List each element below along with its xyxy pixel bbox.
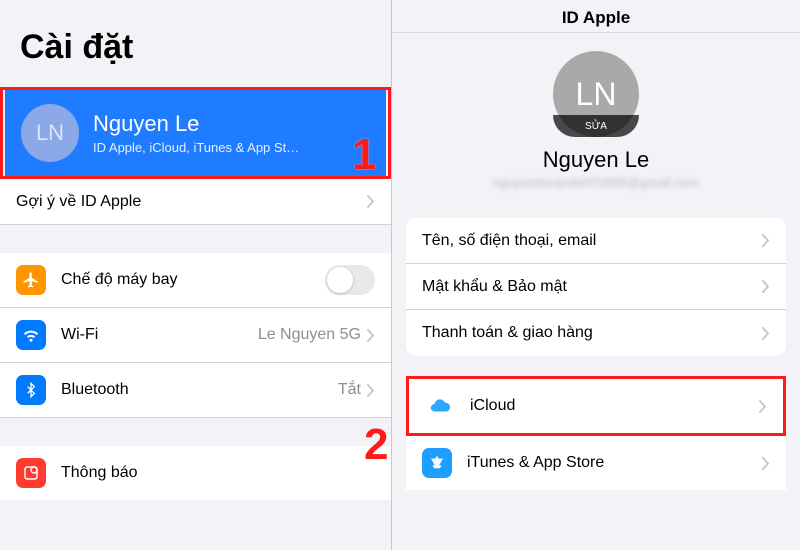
chevron-right-icon: [367, 384, 375, 397]
chevron-right-icon: [367, 195, 375, 208]
highlight-step-1: LN Nguyen Le ID Apple, iCloud, iTunes & …: [0, 87, 391, 179]
password-security-row[interactable]: Mật khẩu & Bảo mật: [406, 264, 786, 310]
settings-panel: Cài đặt LN Nguyen Le ID Apple, iCloud, i…: [0, 0, 392, 550]
chevron-right-icon: [759, 400, 767, 413]
profile-name: Nguyen Le: [93, 111, 299, 137]
airplane-icon: [16, 265, 46, 295]
avatar-large[interactable]: LN SỬA: [553, 51, 639, 137]
chevron-right-icon: [762, 234, 770, 247]
itunes-appstore-label: iTunes & App Store: [467, 454, 604, 472]
airplane-mode-toggle[interactable]: [325, 265, 375, 295]
wifi-row[interactable]: Wi-Fi Le Nguyen 5G: [0, 308, 391, 363]
name-phone-email-label: Tên, số điện thoại, email: [422, 232, 596, 250]
step-number-2: 2: [364, 420, 388, 470]
account-info-section: Tên, số điện thoại, email Mật khẩu & Bảo…: [406, 218, 786, 356]
password-security-label: Mật khẩu & Bảo mật: [422, 278, 567, 296]
appstore-icon: [422, 448, 452, 478]
chevron-right-icon: [762, 457, 770, 470]
apple-id-suggestion-label: Gợi ý về ID Apple: [16, 193, 141, 211]
chevron-right-icon: [367, 329, 375, 342]
wifi-value: Le Nguyen 5G: [258, 326, 361, 344]
payment-shipping-label: Thanh toán & giao hàng: [422, 324, 593, 342]
itunes-appstore-row[interactable]: iTunes & App Store: [406, 436, 786, 490]
icloud-icon: [425, 391, 455, 421]
avatar-edit-label[interactable]: SỬA: [553, 115, 639, 137]
profile-header: LN SỬA Nguyen Le nguyenthicamle070895@gm…: [392, 33, 800, 198]
highlight-step-2: iCloud: [406, 376, 786, 436]
settings-title: Cài đặt: [0, 0, 391, 79]
bluetooth-label: Bluetooth: [61, 381, 129, 399]
account-name: Nguyen Le: [543, 147, 649, 173]
wifi-label: Wi-Fi: [61, 326, 98, 344]
name-phone-email-row[interactable]: Tên, số điện thoại, email: [406, 218, 786, 264]
notifications-row[interactable]: Thông báo: [0, 446, 391, 500]
icloud-label: iCloud: [470, 397, 515, 415]
avatar-large-initials: LN: [576, 76, 617, 113]
chevron-right-icon: [762, 327, 770, 340]
apple-id-row[interactable]: LN Nguyen Le ID Apple, iCloud, iTunes & …: [5, 90, 386, 176]
avatar-initials: LN: [21, 104, 79, 162]
notifications-label: Thông báo: [61, 464, 138, 482]
apple-id-panel: ID Apple LN SỬA Nguyen Le nguyenthicamle…: [392, 0, 800, 550]
wifi-icon: [16, 320, 46, 350]
profile-subtitle: ID Apple, iCloud, iTunes & App St…: [93, 140, 299, 155]
payment-shipping-row[interactable]: Thanh toán & giao hàng: [406, 310, 786, 356]
bluetooth-row[interactable]: Bluetooth Tắt: [0, 363, 391, 418]
airplane-mode-row[interactable]: Chế độ máy bay: [0, 253, 391, 308]
icloud-row[interactable]: iCloud: [409, 379, 783, 433]
notifications-icon: [16, 458, 46, 488]
services-section: iCloud iTunes & App Store: [406, 376, 786, 490]
chevron-right-icon: [762, 280, 770, 293]
apple-id-navtitle: ID Apple: [392, 0, 800, 33]
account-email-blurred: nguyenthicamle070895@gmail.com: [493, 175, 700, 190]
airplane-mode-label: Chế độ máy bay: [61, 271, 178, 289]
step-number-1: 1: [352, 130, 376, 180]
bluetooth-icon: [16, 375, 46, 405]
apple-id-suggestion-row[interactable]: Gợi ý về ID Apple: [0, 179, 391, 225]
bluetooth-value: Tắt: [338, 381, 361, 399]
